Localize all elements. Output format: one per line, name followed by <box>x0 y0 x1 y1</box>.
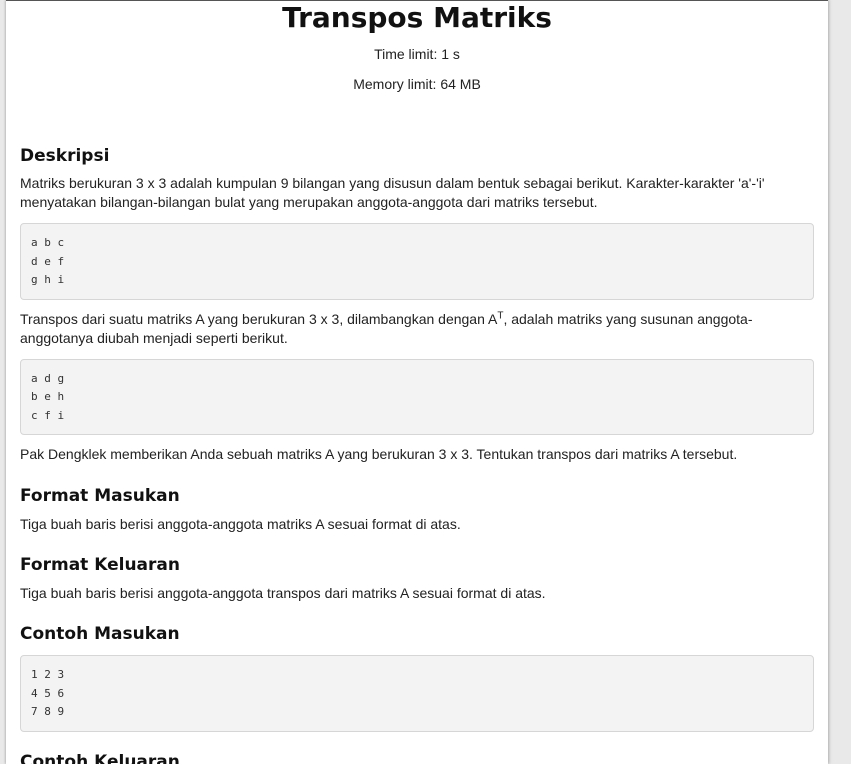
description-paragraph-3: Pak Dengklek memberikan Anda sebuah matr… <box>20 446 738 462</box>
memory-limit: Memory limit: 64 MB <box>353 76 481 92</box>
output-format-text: Tiga buah baris berisi anggota-anggota t… <box>20 585 546 601</box>
matrix-example-block: a b c d e f g h i <box>20 223 814 300</box>
description-paragraph-2: Transpos dari suatu matriks A yang beruk… <box>20 310 814 348</box>
problem-page: Transpos Matriks Time limit: 1 s Memory … <box>6 0 828 764</box>
output-format-heading: Format Keluaran <box>20 555 180 575</box>
sample-output-heading: Contoh Keluaran <box>20 751 180 764</box>
sample-input-block[interactable]: 1 2 3 4 5 6 7 8 9 <box>20 655 814 732</box>
time-limit: Time limit: 1 s <box>374 46 460 62</box>
transpose-example-block: a d g b e h c f i <box>20 358 814 435</box>
description-heading: Deskripsi <box>20 146 110 166</box>
problem-title: Transpos Matriks <box>282 1 552 34</box>
sample-input-heading: Contoh Masukan <box>20 624 180 644</box>
input-format-text: Tiga buah baris berisi anggota-anggota m… <box>20 516 461 532</box>
description-paragraph-1: Matriks berukuran 3 x 3 adalah kumpulan … <box>20 175 765 210</box>
transpose-text-before: Transpos dari suatu matriks A yang beruk… <box>20 310 498 327</box>
input-format-heading: Format Masukan <box>20 486 180 506</box>
problem-content: Transpos Matriks Time limit: 1 s Memory … <box>20 0 814 764</box>
